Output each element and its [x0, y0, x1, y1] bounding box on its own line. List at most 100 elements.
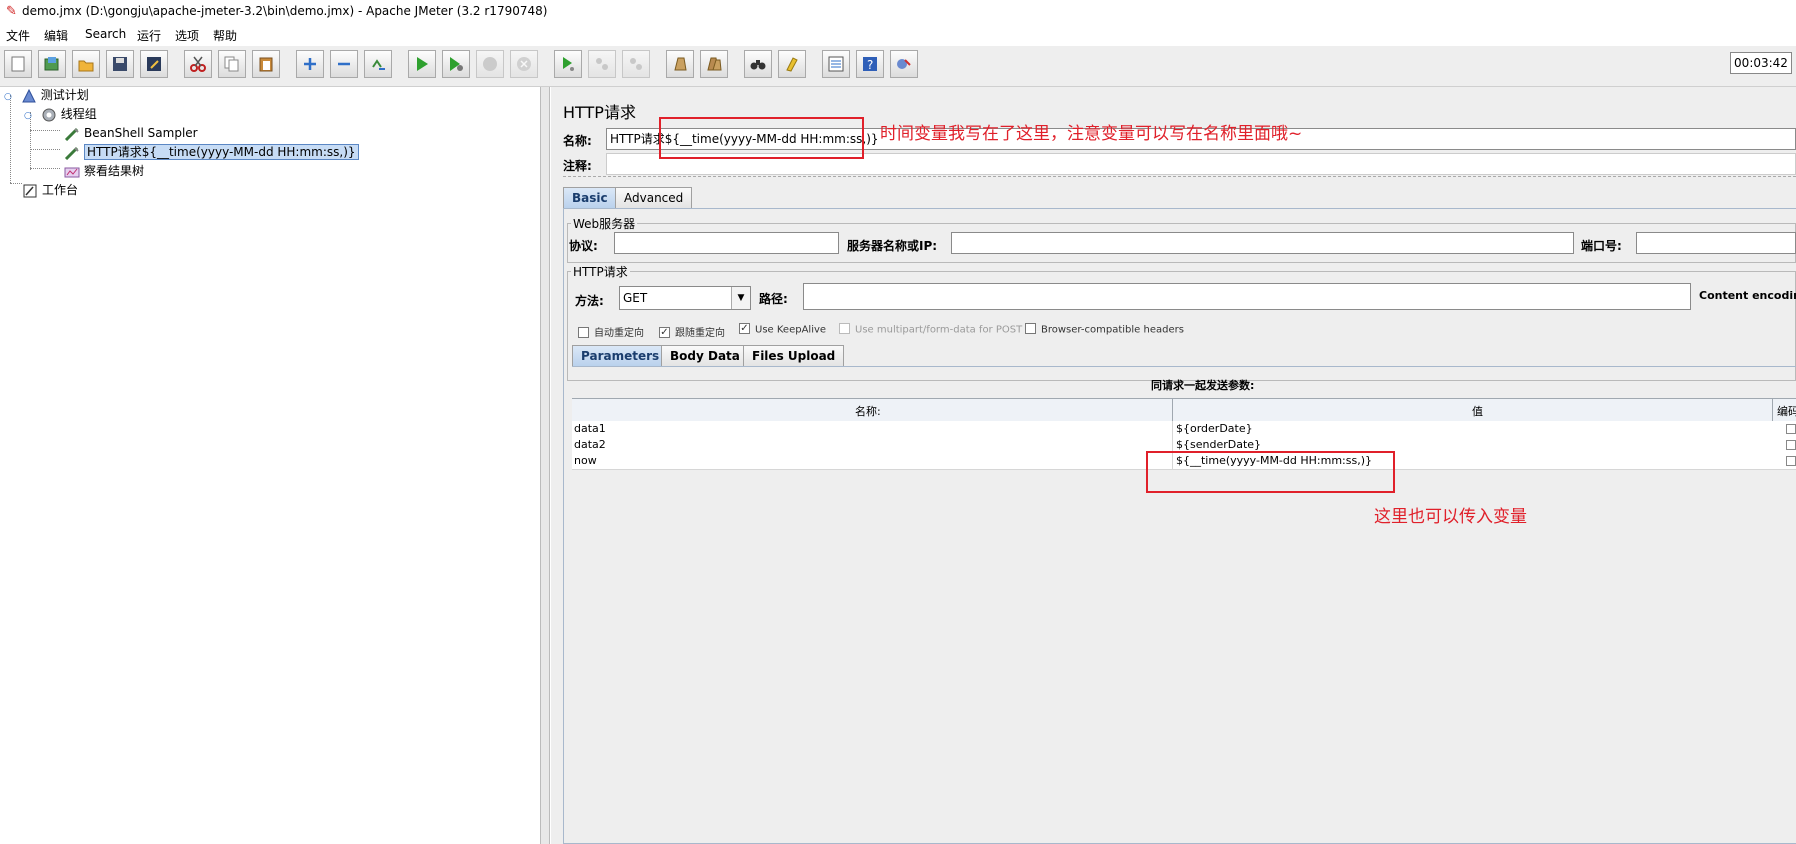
annotation-box-param: [1146, 451, 1395, 493]
tree-node-results-tree[interactable]: 察看结果树: [64, 163, 144, 180]
save-icon[interactable]: [106, 50, 134, 78]
tree-node-beanshell-sampler[interactable]: BeanShell Sampler: [64, 125, 198, 142]
title-bar: ✎ demo.jmx (D:\gongju\apache-jmeter-3.2\…: [0, 0, 1796, 24]
jmeter-feather-icon: ✎: [6, 4, 17, 19]
server-label: 服务器名称或IP:: [847, 239, 938, 253]
start-icon[interactable]: [408, 50, 436, 78]
tree-node-workbench[interactable]: 工作台: [22, 182, 78, 199]
new-icon[interactable]: [4, 50, 32, 78]
remote-exit-icon[interactable]: [622, 50, 650, 78]
chevron-down-icon[interactable]: ▼: [731, 287, 750, 309]
param-value[interactable]: ${orderDate}: [1176, 422, 1253, 435]
column-header-value[interactable]: 值: [1472, 403, 1483, 419]
pane-splitter[interactable]: [540, 87, 550, 844]
protocol-label: 协议:: [569, 239, 598, 253]
page-title: HTTP请求: [563, 103, 636, 122]
tree-node-thread-group[interactable]: ○ 线程组: [24, 106, 97, 123]
tree-node-http-request[interactable]: HTTP请求${__time(yyyy-MM-dd HH:mm:ss,)}: [64, 144, 359, 161]
keepalive-checkbox[interactable]: ✓ Use KeepAlive: [739, 323, 826, 336]
open-icon[interactable]: [72, 50, 100, 78]
path-input[interactable]: [803, 283, 1691, 310]
clear-icon[interactable]: [666, 50, 694, 78]
menu-bar: 文件 编辑 Search 运行 选项 帮助: [0, 24, 1796, 46]
param-name[interactable]: data2: [574, 438, 606, 451]
menu-search[interactable]: Search: [85, 27, 126, 41]
paste-icon[interactable]: [252, 50, 280, 78]
thread-group-icon: [41, 108, 57, 122]
tab-advanced[interactable]: Advanced: [615, 187, 693, 209]
param-value[interactable]: ${senderDate}: [1176, 438, 1261, 451]
port-input[interactable]: [1636, 232, 1796, 254]
param-name[interactable]: data1: [574, 422, 606, 435]
divider: [572, 366, 1796, 367]
clear-all-icon[interactable]: [700, 50, 728, 78]
tab-basic[interactable]: Basic: [563, 187, 617, 209]
cut-icon[interactable]: [184, 50, 212, 78]
annotation-bottom: 这里也可以传入变量: [1374, 507, 1527, 527]
annotation-box-name: [659, 117, 864, 159]
menu-run[interactable]: 运行: [137, 27, 161, 44]
divider: [563, 176, 1796, 177]
table-row[interactable]: data1 ${orderDate}: [572, 421, 1796, 438]
encode-checkbox[interactable]: [1786, 440, 1796, 450]
toggle-icon[interactable]: [364, 50, 392, 78]
log-viewer-icon[interactable]: [890, 50, 918, 78]
encode-checkbox[interactable]: [1786, 424, 1796, 434]
comment-label: 注释:: [563, 159, 592, 173]
reset-search-icon[interactable]: [778, 50, 806, 78]
browser-headers-checkbox[interactable]: Browser-compatible headers: [1025, 323, 1184, 336]
test-plan-icon: [21, 88, 37, 103]
path-label: 路径:: [759, 292, 788, 306]
test-plan-tree: ○ 测试计划 ○ 线程组 BeanShell Sampler HTTP请求${_…: [0, 87, 541, 844]
workbench-icon: [22, 184, 38, 198]
help-icon[interactable]: ?: [856, 50, 884, 78]
copy-icon[interactable]: [218, 50, 246, 78]
param-name[interactable]: now: [574, 454, 597, 467]
remote-start-icon[interactable]: [554, 50, 582, 78]
method-select[interactable]: GET ▼: [619, 286, 751, 310]
expand-icon[interactable]: [296, 50, 324, 78]
menu-options[interactable]: 选项: [175, 27, 199, 44]
annotation-top: 时间变量我写在了这里，注意变量可以写在名称里面哦~: [880, 124, 1303, 144]
content-encoding-label: Content encoding: [1699, 289, 1796, 302]
save-as-icon[interactable]: [140, 50, 168, 78]
sampler-icon: [64, 146, 80, 160]
name-label: 名称:: [563, 134, 592, 148]
port-label: 端口号:: [1581, 239, 1622, 253]
listener-icon: [64, 165, 80, 179]
protocol-input[interactable]: [614, 232, 839, 254]
method-label: 方法:: [575, 294, 604, 308]
sampler-icon: [64, 127, 80, 141]
http-request-group-label: HTTP请求: [571, 263, 630, 280]
menu-file[interactable]: 文件: [6, 27, 30, 44]
function-helper-icon[interactable]: [822, 50, 850, 78]
follow-redirects-checkbox[interactable]: ✓ 跟随重定向: [659, 324, 725, 339]
method-value: GET: [623, 291, 648, 305]
stop-icon[interactable]: [476, 50, 504, 78]
encode-checkbox[interactable]: [1786, 456, 1796, 466]
svg-text:?: ?: [867, 58, 873, 72]
server-input[interactable]: [951, 232, 1574, 254]
web-server-group-label: Web服务器: [571, 215, 638, 232]
templates-icon[interactable]: [38, 50, 66, 78]
remote-stop-icon[interactable]: [588, 50, 616, 78]
menu-help[interactable]: 帮助: [213, 27, 237, 44]
elapsed-timer: 00:03:42: [1730, 52, 1792, 74]
column-header-encode[interactable]: 编码: [1777, 403, 1796, 419]
column-header-name[interactable]: 名称:: [855, 403, 881, 419]
params-caption: 同请求一起发送参数:: [1151, 379, 1255, 392]
table-header: 名称: 值 编码: [572, 398, 1796, 422]
menu-edit[interactable]: 编辑: [44, 27, 68, 44]
tree-node-test-plan[interactable]: ○ 测试计划: [4, 87, 89, 104]
tab-parameters[interactable]: Parameters: [572, 345, 669, 367]
search-icon[interactable]: [744, 50, 772, 78]
redirect-auto-checkbox[interactable]: 自动重定向: [578, 324, 644, 339]
window-title: demo.jmx (D:\gongju\apache-jmeter-3.2\bi…: [22, 4, 548, 18]
toolbar: ?: [0, 46, 1796, 87]
tab-files-upload[interactable]: Files Upload: [743, 345, 845, 367]
tab-body-data[interactable]: Body Data: [661, 345, 749, 367]
start-no-pause-icon[interactable]: [442, 50, 470, 78]
shutdown-icon[interactable]: [510, 50, 538, 78]
collapse-icon[interactable]: [330, 50, 358, 78]
multipart-checkbox[interactable]: Use multipart/form-data for POST: [839, 323, 1022, 336]
